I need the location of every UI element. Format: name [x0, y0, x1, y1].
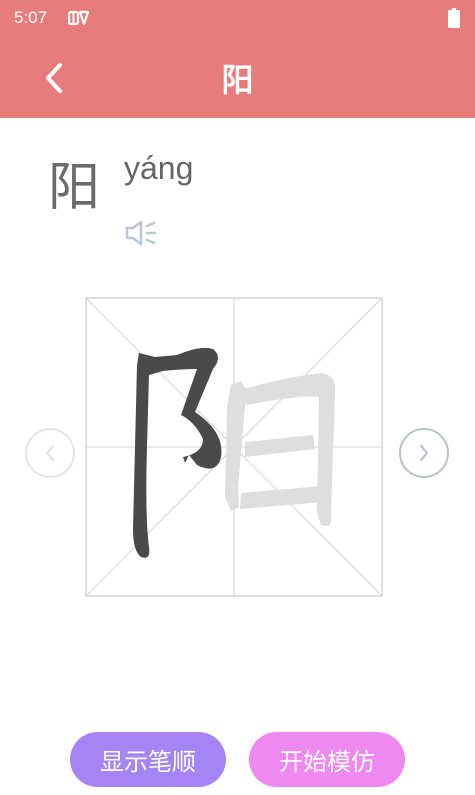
stroke-pending — [240, 486, 323, 509]
show-stroke-order-button[interactable]: 显示笔顺 — [70, 732, 226, 787]
status-time: 5:07 — [14, 8, 48, 27]
next-character-button[interactable] — [399, 428, 449, 478]
back-arrow-icon — [46, 63, 62, 93]
back-button[interactable] — [30, 54, 78, 102]
previous-character-button[interactable] — [25, 428, 75, 478]
start-imitate-button[interactable]: 开始模仿 — [249, 732, 405, 787]
speaker-icon[interactable] — [124, 218, 160, 248]
battery-icon — [448, 8, 460, 28]
stroke-completed — [133, 347, 222, 558]
chevron-right-icon — [419, 444, 429, 462]
chevron-left-icon — [45, 444, 55, 462]
stroke-pending — [225, 381, 248, 511]
app-bar: 阳 — [0, 38, 475, 118]
stroke-pending — [245, 435, 315, 457]
pinyin-text: yáng — [124, 150, 194, 186]
stroke-practice-grid — [85, 297, 383, 597]
status-bar: 5:07 — [0, 0, 475, 38]
app-notification-icon — [67, 9, 90, 27]
character-display: 阳 — [48, 158, 101, 218]
